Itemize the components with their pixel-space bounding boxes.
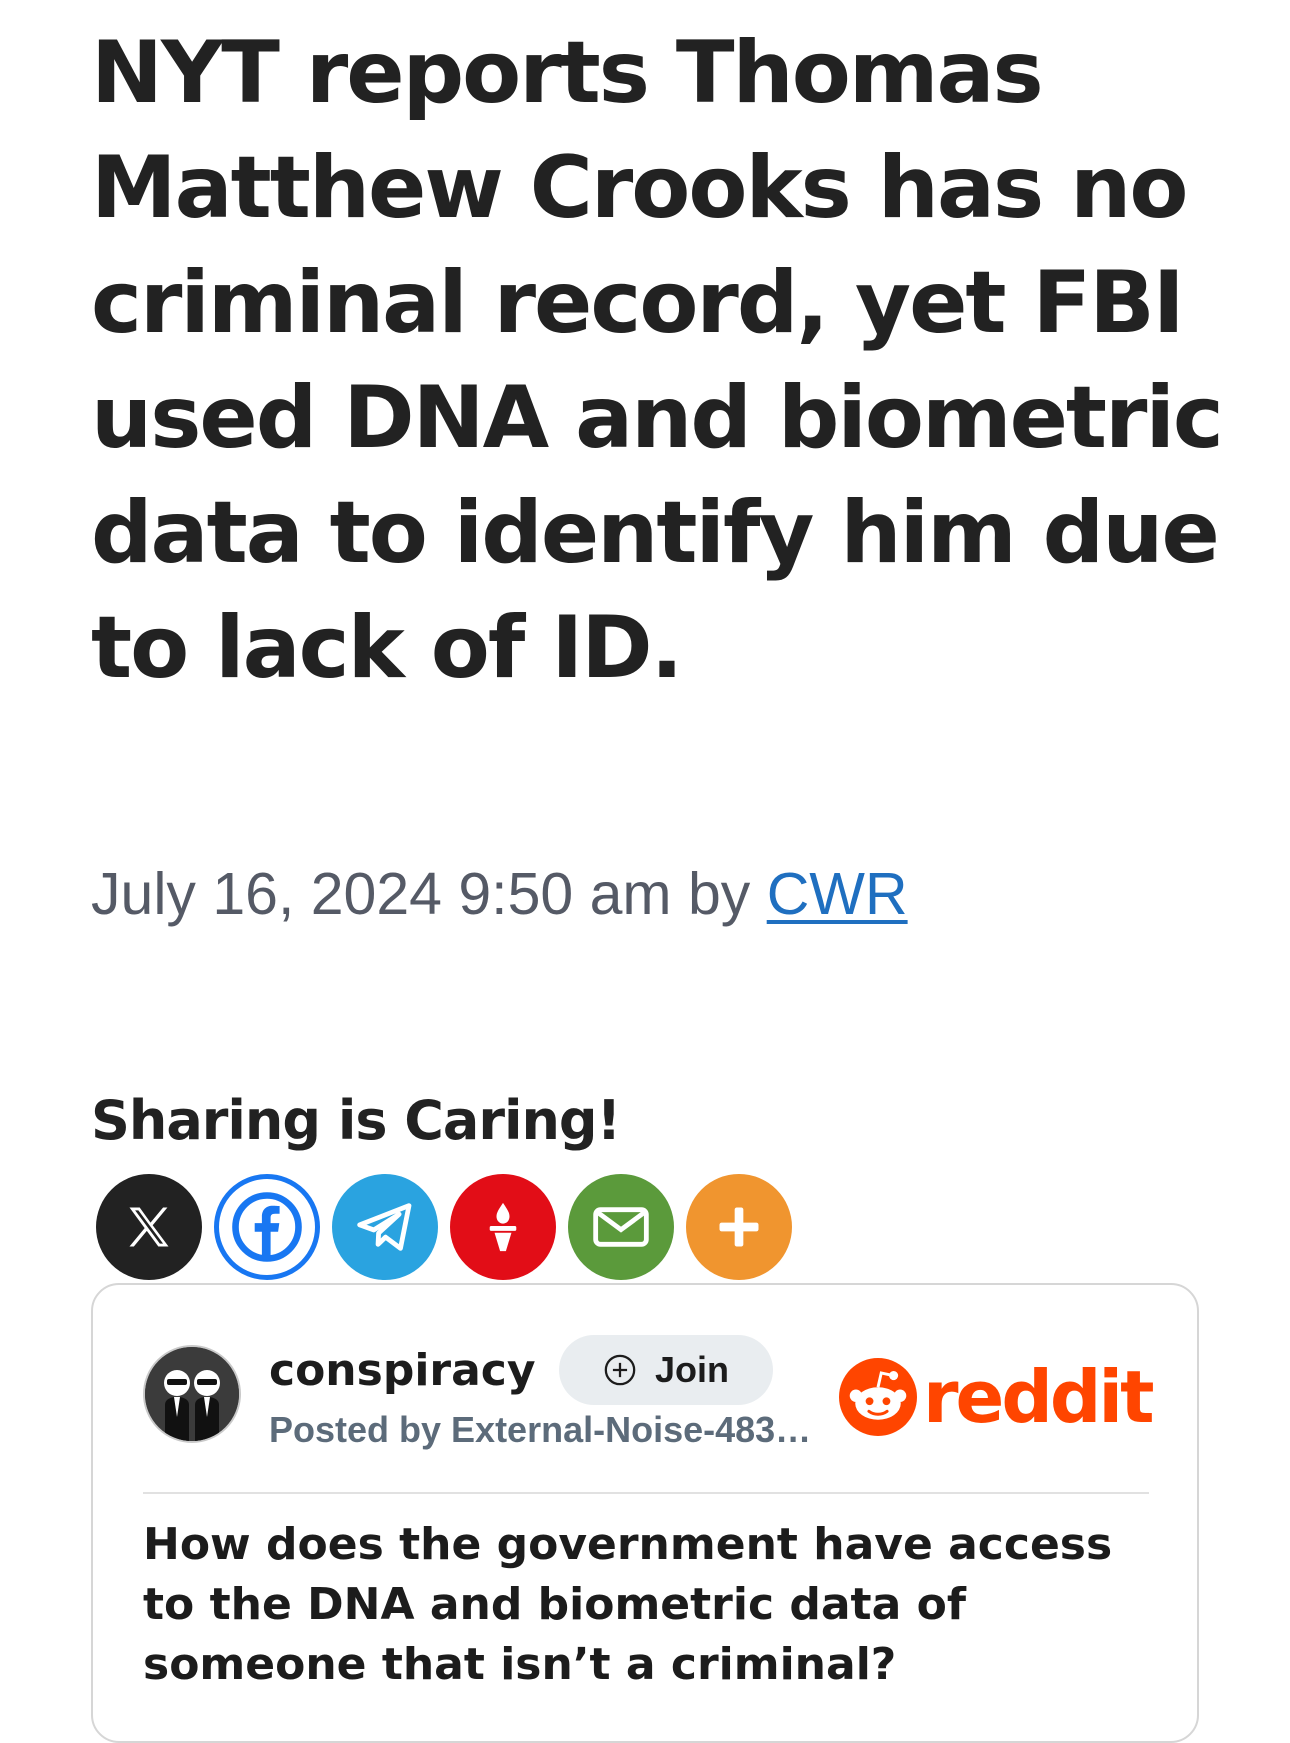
post-title[interactable]: How does the government have access to t… xyxy=(143,1515,1143,1695)
subreddit-name[interactable]: conspiracy xyxy=(269,1343,536,1399)
posted-by[interactable]: Posted by External-Noise-483… xyxy=(269,1407,811,1453)
share-facebook-button[interactable] xyxy=(214,1174,320,1280)
subreddit-avatar[interactable] xyxy=(143,1345,241,1443)
share-email-button[interactable] xyxy=(568,1174,674,1280)
reddit-wordmark: reddit xyxy=(923,1355,1155,1439)
share-more-button[interactable] xyxy=(686,1174,792,1280)
article-headline: NYT reports Thomas Matthew Crooks has no… xyxy=(91,23,1224,698)
reddit-logo[interactable]: reddit xyxy=(839,1355,1155,1439)
article-date: July 16, 2024 9:50 am xyxy=(91,861,672,927)
plus-circle-icon xyxy=(604,1354,636,1386)
author-link[interactable]: CWR xyxy=(767,861,908,927)
telegram-icon xyxy=(357,1203,412,1251)
share-x-button[interactable] xyxy=(96,1174,202,1280)
byline-by: by xyxy=(687,861,751,927)
gettr-icon xyxy=(489,1202,517,1252)
join-label: Join xyxy=(654,1349,729,1390)
conspiracy-avatar-icon xyxy=(145,1347,239,1441)
card-divider xyxy=(143,1492,1149,1494)
x-icon xyxy=(129,1207,169,1247)
share-gettr-button[interactable] xyxy=(450,1174,556,1280)
join-button[interactable]: Join xyxy=(559,1335,773,1405)
reddit-embed-card[interactable]: conspiracy Join Posted by External-Noise… xyxy=(91,1283,1199,1743)
email-icon xyxy=(593,1207,649,1247)
article-byline: July 16, 2024 9:50 am by CWR xyxy=(91,858,908,930)
share-heading: Sharing is Caring! xyxy=(91,1089,621,1152)
share-buttons xyxy=(96,1174,792,1280)
facebook-icon xyxy=(232,1192,302,1262)
plus-icon xyxy=(719,1207,759,1247)
share-telegram-button[interactable] xyxy=(332,1174,438,1280)
reddit-snoo-icon xyxy=(839,1358,917,1436)
